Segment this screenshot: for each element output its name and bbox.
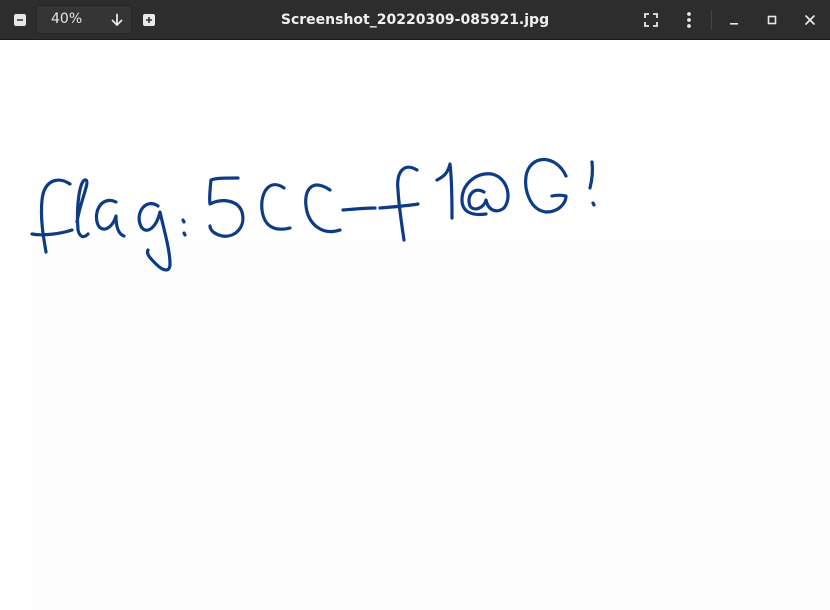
fullscreen-button[interactable] <box>639 8 663 32</box>
arrow-down-icon <box>111 13 123 26</box>
plus-square-icon <box>143 14 155 26</box>
handwritten-flag-image <box>30 158 596 272</box>
minimize-button[interactable] <box>722 8 746 32</box>
zoom-level-selector[interactable]: 40% <box>36 5 132 34</box>
maximize-button[interactable] <box>760 8 784 32</box>
vertical-dots-icon <box>687 12 691 28</box>
toolbar-separator <box>711 10 712 30</box>
menu-button[interactable] <box>677 8 701 32</box>
close-icon <box>805 15 815 25</box>
zoom-out-button[interactable] <box>8 8 32 32</box>
zoom-level-value: 40% <box>51 11 83 27</box>
window-title: Screenshot_20220309-085921.jpg <box>280 12 550 28</box>
close-button[interactable] <box>798 8 822 32</box>
minimize-icon <box>730 23 738 25</box>
image-canvas[interactable] <box>0 40 830 610</box>
fullscreen-icon <box>644 13 658 27</box>
titlebar: 40% Screenshot_20220309-085921.jpg <box>0 0 830 40</box>
minus-square-icon <box>14 14 26 26</box>
zoom-in-button[interactable] <box>137 8 161 32</box>
zoom-dropdown-button[interactable] <box>109 11 125 28</box>
maximize-icon <box>767 15 777 25</box>
ink-strokes <box>30 158 596 272</box>
